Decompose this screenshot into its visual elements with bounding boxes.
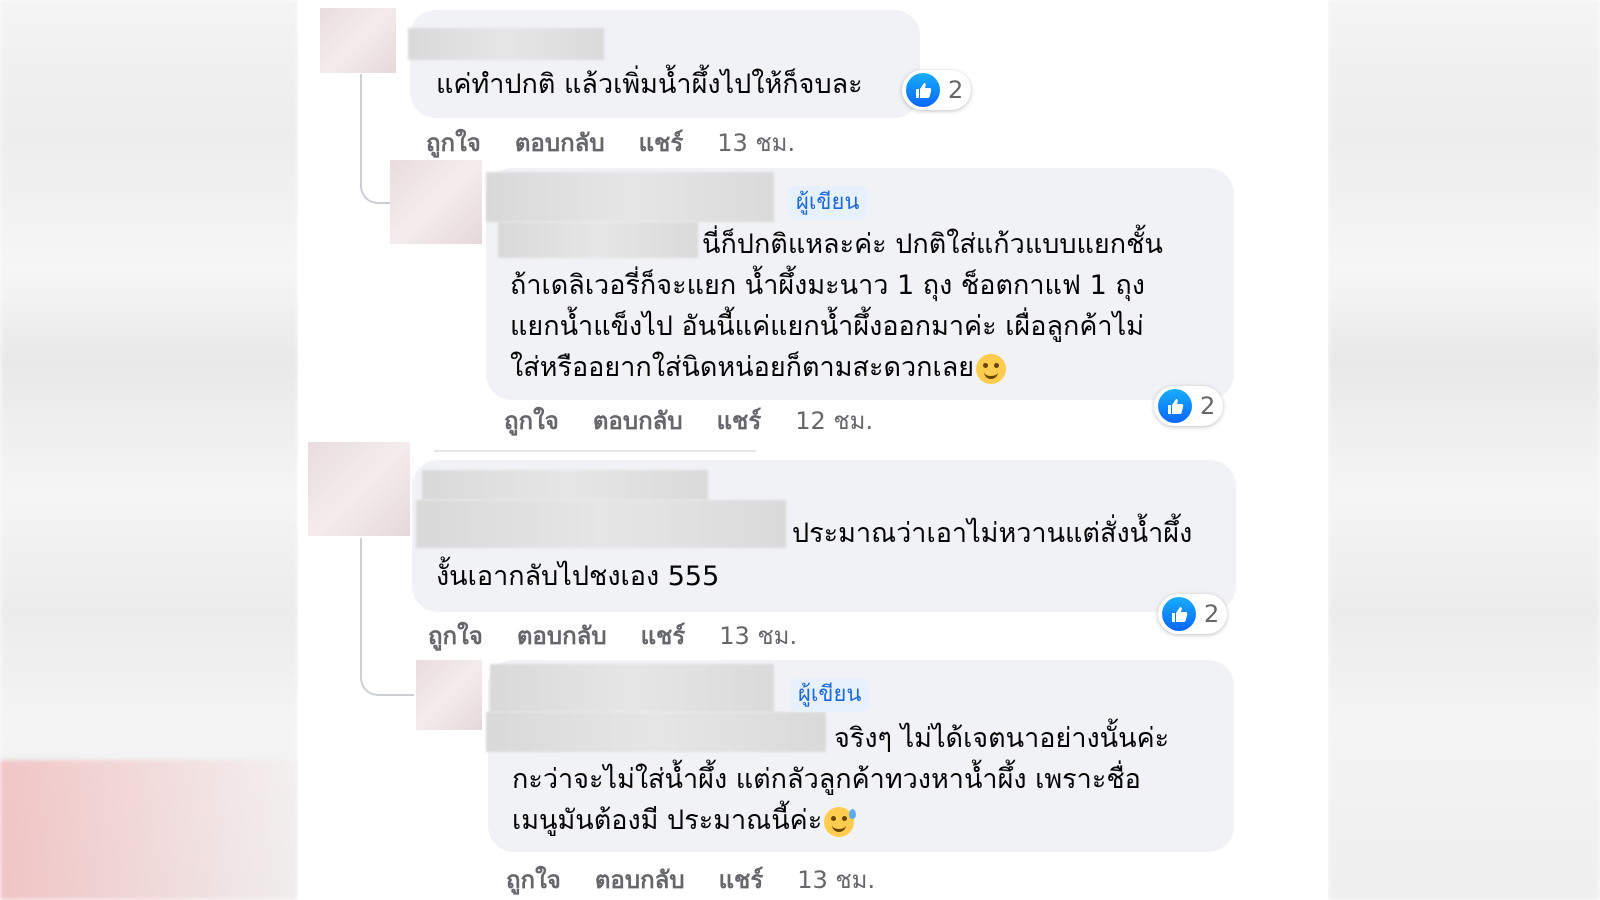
like-button[interactable]: ถูกใจ [506,860,561,899]
comment-text-line: งั้นเอากลับไปชงเอง 555 [436,561,720,592]
avatar[interactable] [390,160,482,244]
comment-text-line: นี่ก็ปกติแหละค่ะ ปกติใส่แก้วแบบแยกชั้น [702,229,1163,260]
avatar[interactable] [320,8,396,73]
author-badge: ผู้เขียน [788,186,868,220]
reaction-count-badge[interactable]: 2 [902,70,972,110]
share-button[interactable]: แชร์ [719,860,764,899]
reply-button[interactable]: ตอบกลับ [595,860,685,899]
like-button[interactable]: ถูกใจ [426,123,481,162]
like-button[interactable]: ถูกใจ [428,616,483,655]
commenter-name-redacted[interactable] [490,664,774,712]
divider [434,450,756,452]
comment-text-line: กะว่าจะไม่ใส่น้ำผึ้ง แต่กลัวลูกค้าทวงหาน… [512,764,1141,795]
timestamp[interactable]: 13 ชม. [717,123,795,162]
timestamp[interactable]: 13 ชม. [797,860,875,899]
comment-actions: ถูกใจ ตอบกลับ แชร์ 12 ชม. [504,401,907,440]
commenter-name-redacted-2[interactable] [486,712,826,752]
comment-actions: ถูกใจ ตอบกลับ แชร์ 13 ชม. [506,860,909,899]
comment-text-line: แยกน้ำแข็งไป อันนี้แค่แยกน้ำผึ้งออกมาค่ะ… [510,311,1144,342]
share-button[interactable]: แชร์ [639,123,684,162]
comment-text: แค่ทำปกติ แล้วเพิ่มน้ำผึ้งไปให้ก็จบละ [436,69,863,100]
timestamp[interactable]: 12 ชม. [795,401,873,440]
share-button[interactable]: แชร์ [717,401,762,440]
smiling-face-icon [976,353,1007,384]
comment-text-fragment: ใส่หรืออยากใส่นิดหน่อยก็ตามสะดวกเลย [510,352,975,383]
timestamp[interactable]: 13 ชม. [719,616,797,655]
author-badge: ผู้เขียน [790,678,870,712]
background-right-blur [1328,0,1600,900]
comment-text-line: ใส่หรืออยากใส่นิดหน่อยก็ตามสะดวกเลย [510,347,1007,388]
thumbs-up-icon [906,73,940,107]
reaction-count: 2 [1200,392,1216,420]
comment-text-line: ประมาณว่าเอาไม่หวานแต่สั่งน้ำผึ้ง [792,518,1193,549]
reply-button[interactable]: ตอบกลับ [593,401,683,440]
avatar[interactable] [308,442,410,536]
commenter-name-redacted-2[interactable] [498,222,698,258]
reaction-count-badge[interactable]: 2 [1158,594,1228,634]
commenter-name-redacted[interactable] [422,470,708,500]
share-button[interactable]: แชร์ [641,616,686,655]
sweat-smile-icon [824,806,857,837]
reaction-count: 2 [1204,600,1220,628]
thumbs-up-icon [1158,389,1192,423]
background-tint [0,760,298,900]
reaction-count-badge[interactable]: 2 [1154,386,1224,426]
background-left-blur [0,0,298,900]
comment-text-fragment: เมนูมันต้องมี ประมาณนี้ค่ะ [512,805,823,836]
commenter-name-redacted[interactable] [486,172,774,222]
comment-text-line: เมนูมันต้องมี ประมาณนี้ค่ะ [512,800,857,841]
like-button[interactable]: ถูกใจ [504,401,559,440]
comments-panel: แค่ทำปกติ แล้วเพิ่มน้ำผึ้งไปให้ก็จบละ 2 … [298,0,1328,900]
thread-line [360,538,414,696]
reply-button[interactable]: ตอบกลับ [515,123,605,162]
avatar[interactable] [416,660,482,730]
comment-text-line: จริงๆ ไม่ได้เจตนาอย่างนั้นค่ะ [834,723,1170,754]
comment-text-line: ถ้าเดลิเวอรี่ก็จะแยก น้ำผึ้งมะนาว 1 ถุง … [510,270,1145,301]
reply-button[interactable]: ตอบกลับ [517,616,607,655]
commenter-name-redacted-2[interactable] [416,500,786,548]
thumbs-up-icon [1162,597,1196,631]
comment-actions: ถูกใจ ตอบกลับ แชร์ 13 ชม. [428,616,831,655]
commenter-name-redacted[interactable] [408,28,604,60]
reaction-count: 2 [948,76,964,104]
comment-actions: ถูกใจ ตอบกลับ แชร์ 13 ชม. [426,123,829,162]
